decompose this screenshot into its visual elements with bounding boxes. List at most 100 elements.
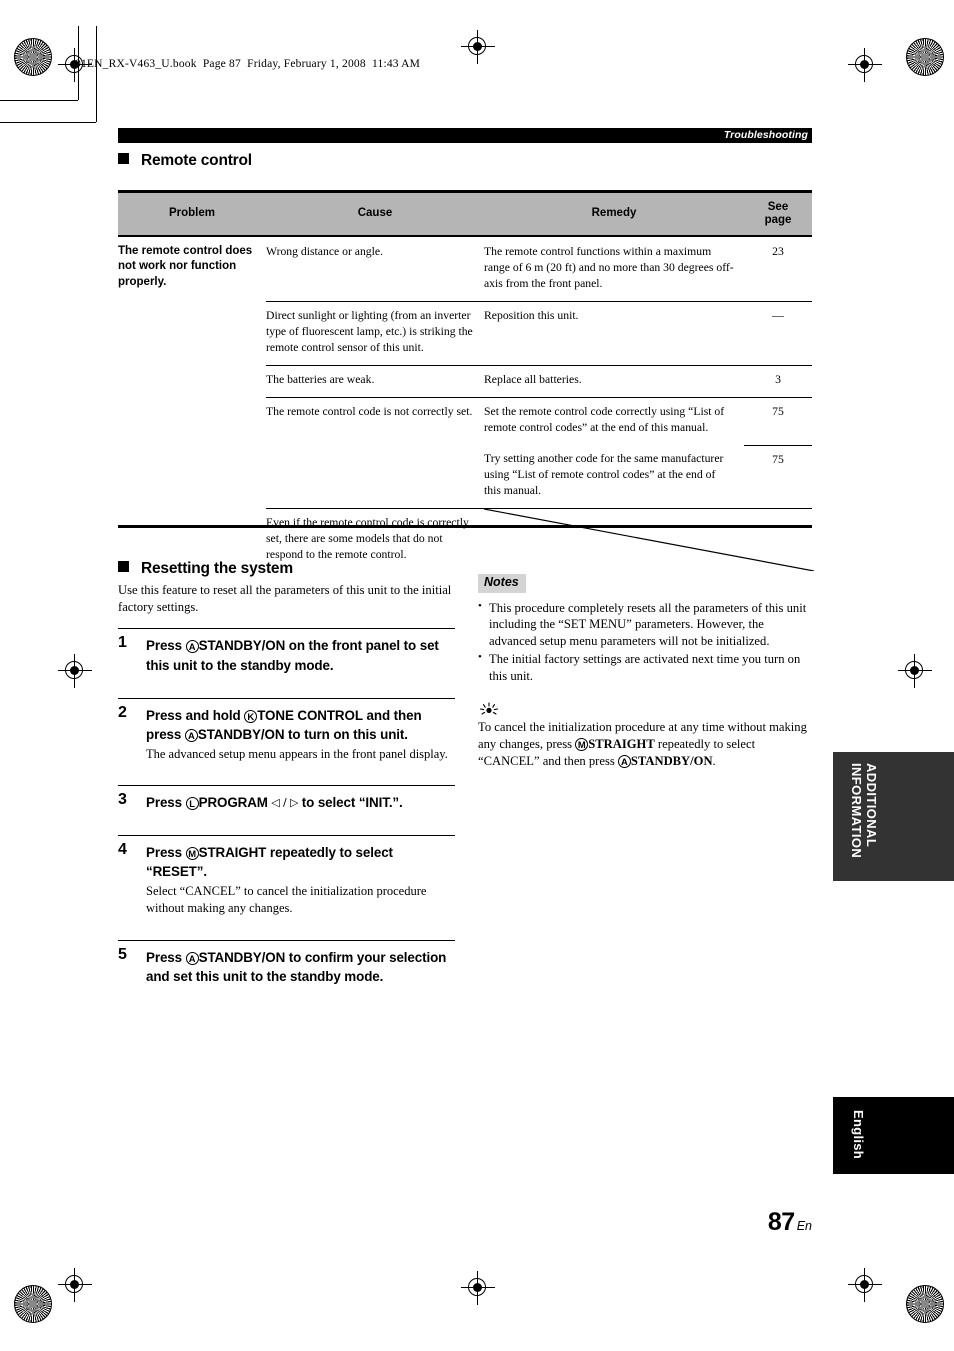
notes-label: Notes <box>478 574 526 593</box>
right-column: Notes This procedure completely resets a… <box>478 573 812 770</box>
step-title: Press and hold K TONE CONTROL and then pr… <box>146 707 422 742</box>
section-heading-resetting-label: Resetting the system <box>141 560 293 577</box>
registration-mark-left-middle <box>58 654 92 688</box>
registration-mark-bottom-right <box>848 1268 882 1302</box>
cell-cause: The remote control code is not correctly… <box>266 397 484 509</box>
section-heading-remote-control: Remote control <box>118 152 252 170</box>
tip-text: To cancel the initialization procedure a… <box>478 720 807 768</box>
step-number: 4 <box>118 841 127 859</box>
cell-see-page: 75 <box>744 397 812 446</box>
side-tab-english-label: English <box>851 1110 866 1160</box>
step-body: Select “CANCEL” to cancel the initializa… <box>146 884 427 915</box>
tip-sun-icon <box>479 702 499 715</box>
circled-letter-a-icon: A <box>185 951 199 965</box>
registration-starburst-top-left <box>14 38 52 76</box>
step-title: Press A STANDBY/ON to confirm your select… <box>146 949 447 984</box>
cell-cause: Wrong distance or angle. <box>266 245 384 258</box>
notes-list: This procedure completely resets all the… <box>478 599 812 685</box>
print-file-header: 01EN_RX-V463_U.book Page 87 Friday, Febr… <box>75 58 421 70</box>
cell-remedy: Set the remote control code correctly us… <box>484 397 744 446</box>
step-4: 4 Press M STRAIGHT repeatedly to select “… <box>118 835 455 926</box>
left-right-arrow-icon: ◁ / ▷ <box>267 796 302 810</box>
cell-remedy-struck <box>484 508 814 578</box>
crop-line-top-left-h2 <box>0 100 78 101</box>
circled-letter-a-icon: A <box>617 754 631 768</box>
circled-letter-k-icon: K <box>244 709 258 723</box>
step-body: The advanced setup menu appears in the f… <box>146 746 448 761</box>
tip-block: To cancel the initialization procedure a… <box>478 702 812 769</box>
page-number: 87 <box>767 1208 795 1236</box>
cell-see-page: — <box>744 301 812 366</box>
bullet-square-icon <box>118 153 129 164</box>
column-header-remedy: Remedy <box>484 190 744 237</box>
step-title: Press M STRAIGHT repeatedly to select “RE… <box>146 845 393 880</box>
page-number-suffix: En <box>796 1219 812 1233</box>
step-title: Press L PROGRAM ◁ / ▷ to select “INIT.”. <box>146 795 403 811</box>
running-head-label: Troubleshooting <box>723 129 808 141</box>
column-header-cause: Cause <box>266 190 484 237</box>
registration-mark-bottom-center <box>461 1271 495 1305</box>
cell-remedy: Try setting another code for the same ma… <box>484 452 724 498</box>
cell-see-page: 23 <box>772 245 784 258</box>
control-label: STANDBY/ON <box>198 638 286 654</box>
registration-starburst-bottom-left <box>14 1285 52 1323</box>
section-heading-resetting: Resetting the system <box>118 560 455 578</box>
strikethrough-diagonal-icon <box>484 509 814 572</box>
circled-letter-m-icon: M <box>185 847 199 861</box>
cell-see-page: 75 <box>744 444 812 509</box>
column-header-see-page-line1: See <box>767 200 789 213</box>
control-label: STANDBY/ON <box>630 753 713 768</box>
step-title: Press A STANDBY/ON on the front panel to … <box>146 638 439 673</box>
cell-see-page: 3 <box>744 365 812 398</box>
running-head-bar: Troubleshooting <box>118 128 812 143</box>
control-label: STANDBY/ON <box>197 726 285 742</box>
section-heading-remote-control-label: Remote control <box>141 152 252 169</box>
side-tab-english: English <box>833 1097 954 1174</box>
registration-mark-top-center <box>461 30 495 64</box>
step-3: 3 Press L PROGRAM ◁ / ▷ to select “INIT.”… <box>118 785 455 822</box>
control-label: TONE CONTROL <box>257 707 363 723</box>
table-header-row: Problem Cause Remedy See page <box>118 190 812 237</box>
note-item: This procedure completely resets all the… <box>478 599 812 650</box>
registration-starburst-top-right <box>906 38 944 76</box>
cell-cause: The batteries are weak. <box>266 365 484 398</box>
registration-mark-bottom-left <box>58 1268 92 1302</box>
note-item: The initial factory settings are activat… <box>478 650 812 684</box>
cell-cause: Direct sunlight or lighting (from an inv… <box>266 301 484 366</box>
circled-letter-a-icon: A <box>185 640 199 654</box>
step-number: 1 <box>118 634 127 652</box>
control-label: STRAIGHT <box>198 845 267 861</box>
step-2: 2 Press and hold K TONE CONTROL and then … <box>118 697 455 773</box>
column-header-see-page-line2: page <box>764 214 792 226</box>
left-column: Resetting the system Use this feature to… <box>118 560 455 996</box>
circled-letter-a-icon: A <box>184 728 198 742</box>
circled-letter-m-icon: M <box>575 738 589 752</box>
folio: 87 En <box>700 1208 812 1237</box>
table-bottom-rule <box>118 525 812 528</box>
registration-mark-top-right <box>848 48 882 82</box>
crop-line-top-left-h <box>0 122 96 123</box>
cell-remedy: Replace all batteries. <box>484 365 744 398</box>
column-header-see-page: See page <box>744 190 812 237</box>
side-tab-additional-information: ADDITIONAL INFORMATION <box>833 752 954 881</box>
cell-remedy: The remote control functions within a ma… <box>484 245 734 291</box>
crop-line-top-left-v <box>96 26 97 122</box>
side-tab-additional-information-label: ADDITIONAL INFORMATION <box>848 763 879 859</box>
cell-remedy: Reposition this unit. <box>484 301 744 366</box>
control-label: STANDBY/ON <box>198 949 286 965</box>
step-5: 5 Press A STANDBY/ON to confirm your sele… <box>118 939 455 996</box>
troubleshooting-table: Problem Cause Remedy See page The remote… <box>118 190 814 578</box>
registration-mark-right-middle <box>898 654 932 688</box>
step-1: 1 Press A STANDBY/ON on the front panel t… <box>118 628 455 684</box>
step-number: 2 <box>118 703 127 721</box>
control-label: STRAIGHT <box>588 737 655 752</box>
registration-starburst-bottom-right <box>906 1285 944 1323</box>
table-row: The remote control does not work nor fun… <box>118 236 812 302</box>
control-label: PROGRAM <box>198 795 268 811</box>
step-number: 5 <box>118 945 127 963</box>
column-header-problem: Problem <box>118 190 266 237</box>
circled-letter-l-icon: L <box>185 797 199 811</box>
step-number: 3 <box>118 791 127 809</box>
bullet-square-icon <box>118 561 129 572</box>
resetting-intro: Use this feature to reset all the parame… <box>118 583 452 614</box>
